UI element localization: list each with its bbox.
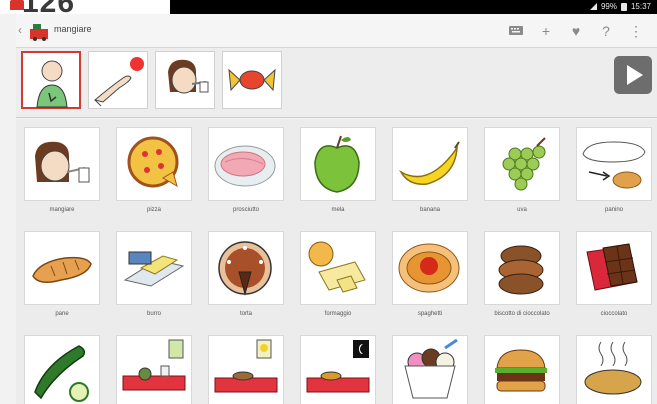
eating-icon bbox=[168, 59, 209, 94]
ham-icon bbox=[214, 145, 276, 187]
pictogram-card-lunch[interactable] bbox=[208, 335, 284, 404]
lunch-table-icon bbox=[214, 339, 278, 393]
back-icon[interactable]: ‹ bbox=[18, 23, 22, 37]
cucumber-icon bbox=[34, 345, 89, 402]
favorite-icon[interactable]: ♥ bbox=[561, 21, 591, 41]
pictogram-card-formaggio[interactable] bbox=[300, 231, 376, 305]
pictogram-card-ice-cream[interactable] bbox=[392, 335, 468, 404]
overlay-logo-icon bbox=[10, 0, 24, 10]
pictogram-label: burro bbox=[146, 311, 161, 317]
pictogram-label: banana bbox=[419, 207, 441, 213]
toolbar-title: mangiare bbox=[54, 24, 92, 34]
banana-icon bbox=[398, 141, 460, 185]
app-logo-icon bbox=[30, 24, 48, 41]
sentence-strip bbox=[16, 48, 657, 118]
pictogram-label: spaghetti bbox=[417, 311, 443, 317]
pictogram-card-biscotto[interactable] bbox=[484, 231, 560, 305]
pictogram-card-hamburger[interactable] bbox=[484, 335, 560, 404]
play-icon bbox=[627, 65, 643, 85]
toolbar: ‹ mangiare + ♥ ? ⋮ bbox=[16, 14, 657, 48]
dinner-table-icon bbox=[306, 340, 370, 393]
battery-icon bbox=[620, 2, 627, 11]
keyboard-icon[interactable] bbox=[501, 21, 531, 41]
pictogram-card-soup[interactable] bbox=[576, 335, 652, 404]
cheese-icon bbox=[308, 241, 366, 293]
strip-item-boy[interactable] bbox=[21, 51, 81, 109]
pictogram-card-burro[interactable] bbox=[116, 231, 192, 305]
apple-icon bbox=[314, 135, 360, 193]
pictogram-card-pane[interactable] bbox=[24, 231, 100, 305]
more-icon[interactable]: ⋮ bbox=[621, 21, 651, 41]
pictogram-card-cioccolato[interactable] bbox=[576, 231, 652, 305]
pictogram-card-dinner[interactable] bbox=[300, 335, 376, 404]
pictogram-card-breakfast[interactable] bbox=[116, 335, 192, 404]
strip-item-give[interactable] bbox=[88, 51, 148, 109]
breakfast-table-icon bbox=[122, 339, 186, 391]
pictogram-label: biscotto di cioccolato bbox=[494, 311, 550, 317]
battery-percent: 99% bbox=[600, 2, 617, 11]
pictogram-label: mangiare bbox=[49, 207, 75, 213]
clock: 15:37 bbox=[630, 2, 651, 11]
soup-icon bbox=[584, 341, 642, 395]
pictogram-label: pizza bbox=[146, 207, 161, 213]
grapes-icon bbox=[502, 137, 546, 191]
play-button[interactable] bbox=[614, 56, 652, 94]
pictogram-card-banana[interactable] bbox=[392, 127, 468, 201]
status-icons: 99% 15:37 bbox=[589, 2, 651, 11]
boy-self-icon bbox=[36, 60, 68, 108]
butter-icon bbox=[123, 251, 185, 287]
pictogram-label: cioccolato bbox=[600, 311, 628, 317]
chocolate-bar-icon bbox=[586, 243, 638, 291]
pictogram-label: pane bbox=[55, 311, 69, 317]
candy-icon bbox=[228, 68, 276, 92]
pictogram-card-mela[interactable] bbox=[300, 127, 376, 201]
pictogram-card-pizza[interactable] bbox=[116, 127, 192, 201]
app-screen: 99% 15:37 126 ‹ mangiare + ♥ ? ⋮ mangiar… bbox=[0, 0, 657, 404]
pictogram-grid: mangiare pizza prosciutto mela banana uv… bbox=[16, 119, 657, 404]
pizza-icon bbox=[127, 136, 179, 188]
pictogram-card-uva[interactable] bbox=[484, 127, 560, 201]
pictogram-label: mela bbox=[331, 207, 345, 213]
add-icon[interactable]: + bbox=[531, 21, 561, 41]
pictogram-label: prosciutto bbox=[232, 207, 259, 213]
chocolate-cookie-icon bbox=[498, 245, 544, 295]
signal-icon bbox=[589, 3, 597, 10]
pictogram-label: torta bbox=[239, 311, 252, 317]
bread-loaf-icon bbox=[32, 256, 92, 283]
pictogram-card-torta[interactable] bbox=[208, 231, 284, 305]
pictogram-card-panino[interactable] bbox=[576, 127, 652, 201]
spaghetti-icon bbox=[398, 243, 460, 293]
give-hand-icon bbox=[93, 57, 144, 107]
bread-roll-icon bbox=[582, 141, 646, 189]
pictogram-card-spaghetti[interactable] bbox=[392, 231, 468, 305]
pictogram-label: uva bbox=[517, 207, 527, 213]
pictogram-card-mangiare[interactable] bbox=[24, 127, 100, 201]
pictogram-card-cetriolo[interactable] bbox=[24, 335, 100, 404]
eating-icon bbox=[35, 141, 90, 183]
hamburger-icon bbox=[495, 349, 547, 392]
strip-item-candy[interactable] bbox=[222, 51, 282, 109]
help-icon[interactable]: ? bbox=[591, 21, 621, 41]
ice-cream-icon bbox=[404, 338, 458, 399]
overlay-text: 126 bbox=[22, 0, 76, 19]
toolbar-actions: + ♥ ? ⋮ bbox=[501, 21, 651, 41]
pictogram-card-prosciutto[interactable] bbox=[208, 127, 284, 201]
cake-icon bbox=[218, 241, 272, 296]
pictogram-label: panino bbox=[604, 207, 624, 213]
strip-item-mangiare[interactable] bbox=[155, 51, 215, 109]
pictogram-label: formaggio bbox=[324, 311, 352, 317]
